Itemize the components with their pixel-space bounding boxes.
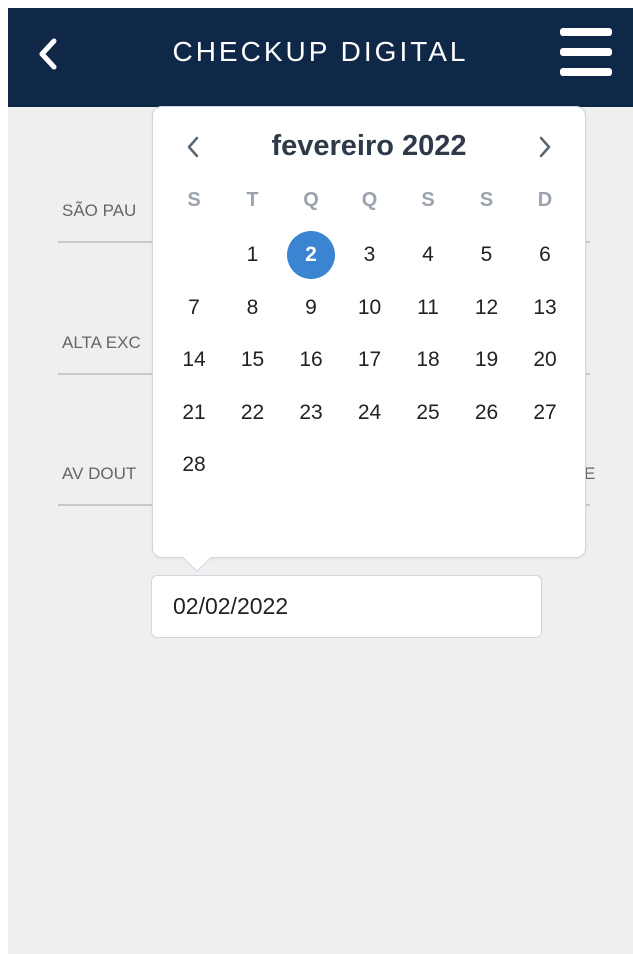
- app-header: CHECKUP DIGITAL: [8, 8, 633, 107]
- chevron-right-icon: [539, 136, 551, 158]
- hamburger-menu-icon: [560, 28, 612, 36]
- calendar-day[interactable]: 7: [170, 284, 218, 332]
- calendar-day[interactable]: 19: [463, 336, 511, 384]
- calendar-day[interactable]: 3: [346, 231, 394, 279]
- calendar-day[interactable]: 22: [229, 389, 277, 437]
- calendar-day[interactable]: 6: [521, 231, 569, 279]
- calendar-day[interactable]: 8: [229, 284, 277, 332]
- field-address-text: AV DOUT: [62, 464, 137, 483]
- calendar-day[interactable]: 17: [346, 336, 394, 384]
- weekday-label: D: [537, 189, 553, 211]
- date-input[interactable]: 02/02/2022: [151, 575, 542, 638]
- calendar-day[interactable]: 21: [170, 389, 218, 437]
- field-city-text: SÃO PAU: [62, 201, 137, 220]
- calendar-day[interactable]: 11: [404, 284, 452, 332]
- weekday-label: Q: [303, 189, 319, 211]
- calendar-day[interactable]: 12: [463, 284, 511, 332]
- calendar-day[interactable]: 13: [521, 284, 569, 332]
- calendar-day[interactable]: 14: [170, 336, 218, 384]
- month-year-label: fevereiro 2022: [271, 130, 467, 162]
- calendar-day[interactable]: 5: [463, 231, 511, 279]
- weekday-label: T: [246, 189, 259, 211]
- app-title: CHECKUP DIGITAL: [172, 36, 469, 67]
- weekday-label: S: [187, 189, 201, 211]
- calendar-day[interactable]: 4: [404, 231, 452, 279]
- calendar-day[interactable]: 26: [463, 389, 511, 437]
- next-month-button[interactable]: [527, 127, 563, 167]
- field-specialty-text: ALTA EXC: [62, 333, 141, 352]
- menu-button[interactable]: [560, 26, 612, 78]
- calendar-day[interactable]: 27: [521, 389, 569, 437]
- calendar-day[interactable]: 10: [346, 284, 394, 332]
- calendar-day[interactable]: 16: [287, 336, 335, 384]
- hamburger-line: [560, 68, 612, 76]
- calendar-day[interactable]: 28: [170, 441, 218, 489]
- calendar-day[interactable]: 1: [229, 231, 277, 279]
- popover-arrow: [182, 543, 212, 573]
- weekday-label: S: [479, 189, 494, 211]
- date-picker-popover: fevereiro 2022 S T Q Q S S D 1 2 3 4 5 6 7 8 9 10…: [152, 106, 586, 573]
- calendar-header: fevereiro 2022: [153, 127, 585, 167]
- calendar-day[interactable]: 20: [521, 336, 569, 384]
- app-screen: CHECKUP DIGITAL SÃO PAU ALTA EXC AV DOUT…: [8, 8, 633, 954]
- weekday-label: S: [421, 189, 435, 211]
- weekday-label: Q: [361, 189, 378, 211]
- hamburger-line: [560, 48, 612, 56]
- calendar-day[interactable]: 24: [346, 389, 394, 437]
- weekday-row: S T Q Q S S D: [165, 189, 575, 215]
- calendar-day-selected[interactable]: 2: [287, 231, 335, 279]
- calendar-day[interactable]: 15: [229, 336, 277, 384]
- calendar-day[interactable]: 9: [287, 284, 335, 332]
- calendar-day[interactable]: 25: [404, 389, 452, 437]
- calendar-day[interactable]: 18: [404, 336, 452, 384]
- calendar-day[interactable]: 23: [287, 389, 335, 437]
